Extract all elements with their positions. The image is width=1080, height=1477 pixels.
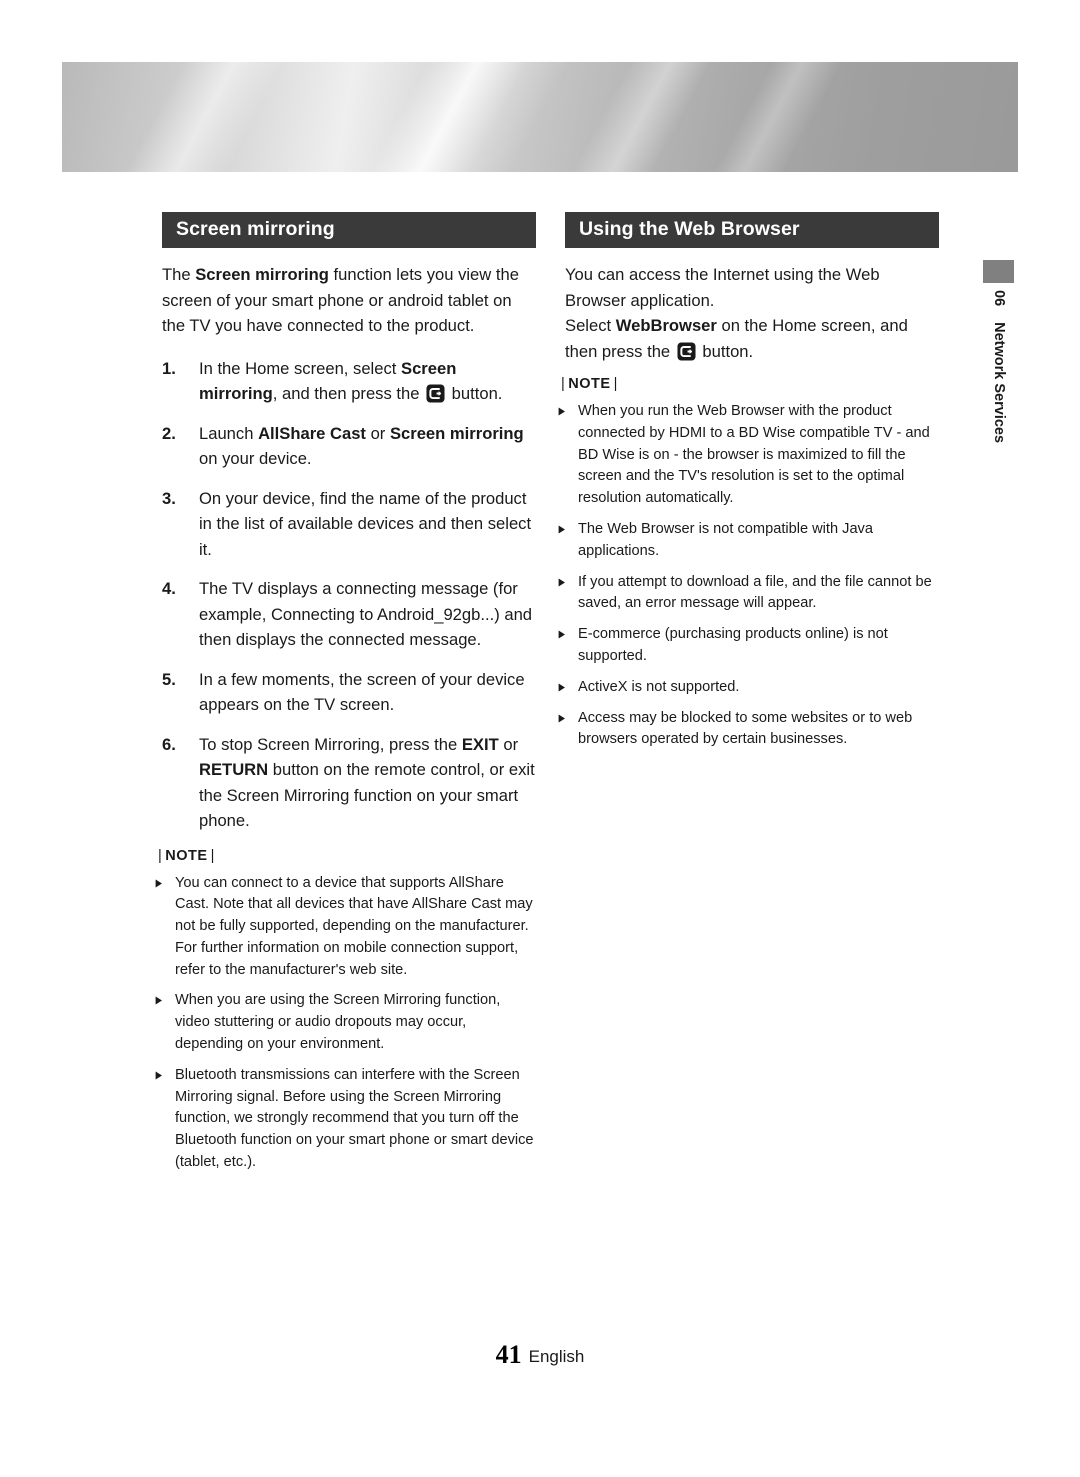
triangle-bullet-icon	[558, 572, 578, 616]
web-browser-select-line: Select WebBrowser on the Home screen, an…	[565, 313, 939, 364]
body-text: In the Home screen, select	[199, 358, 401, 378]
step-text: On your device, find the name of the pro…	[199, 486, 536, 563]
step-number: 4.	[162, 579, 176, 598]
enter-button-icon	[426, 384, 445, 403]
note-list-left: You can connect to a device that support…	[155, 873, 536, 1174]
body-text: on your device.	[199, 449, 312, 468]
note-item-text: E-commerce (purchasing products online) …	[578, 626, 888, 664]
chapter-tab-marker	[983, 260, 1014, 283]
chapter-title: Network Services	[991, 322, 1007, 444]
step-number: 1.	[162, 358, 176, 378]
note-item-text: When you are using the Screen Mirroring …	[175, 992, 501, 1053]
note-item-text: ActiveX is not supported.	[578, 678, 740, 695]
step-number: 6.	[162, 734, 176, 754]
step-text: In a few moments, the screen of your dev…	[199, 667, 536, 718]
emphasis-text: Screen mirroring	[389, 423, 524, 443]
note-list-item: If you attempt to download a file, and t…	[558, 572, 939, 616]
left-column: Screen mirroring The Screen mirroring fu…	[155, 212, 536, 1183]
body-text: The TV displays a connecting message (fo…	[199, 579, 533, 649]
note-label-right: NOTE	[568, 376, 611, 392]
step-text: In the Home screen, select Screen mirror…	[199, 356, 536, 407]
emphasis-text: RETURN	[199, 760, 269, 779]
section-heading-using-web-browser: Using the Web Browser	[565, 212, 939, 248]
triangle-bullet-icon	[155, 1065, 175, 1174]
note-list-right: When you run the Web Browser with the pr…	[558, 401, 939, 751]
note-list-item: Bluetooth transmissions can interfere wi…	[155, 1065, 536, 1174]
triangle-bullet-icon	[155, 990, 175, 1055]
note-bar-left-open: |	[158, 847, 163, 864]
step-text: The TV displays a connecting message (fo…	[199, 576, 536, 653]
numbered-step: 6. To stop Screen Mirroring, press the EX…	[162, 732, 536, 834]
step-text: To stop Screen Mirroring, press the EXIT…	[199, 732, 536, 834]
body-text: button.	[447, 384, 503, 403]
note-bar-right-open: |	[561, 376, 566, 392]
step-number: 2.	[162, 423, 176, 443]
note-list-item: The Web Browser is not compatible with J…	[558, 519, 939, 563]
chapter-side-label: 06 Network Services	[983, 290, 1014, 520]
body-text: Select	[565, 316, 616, 335]
body-text: To stop Screen Mirroring, press the	[199, 734, 462, 754]
note-item-text: If you attempt to download a file, and t…	[578, 573, 932, 612]
note-bar-right-close: |	[613, 376, 618, 392]
note-item-text: Access may be blocked to some websites o…	[578, 709, 913, 748]
numbered-step: 4. The TV displays a connecting message (…	[162, 576, 536, 653]
body-text: In a few moments, the screen of your dev…	[199, 669, 525, 715]
step-text: Launch AllShare Cast or Screen mirroring…	[199, 421, 536, 472]
body-text: , and then press the	[272, 384, 425, 403]
numbered-steps-list: 1. In the Home screen, select Screen mirr…	[162, 356, 536, 834]
numbered-step: 2. Launch AllShare Cast or Screen mirrori…	[162, 421, 536, 472]
note-item-text: You can connect to a device that support…	[175, 874, 533, 978]
note-list-item: You can connect to a device that support…	[155, 873, 536, 982]
enter-button-icon	[677, 341, 696, 361]
step-number: 3.	[162, 488, 176, 508]
note-item-text: Bluetooth transmissions can interfere wi…	[175, 1066, 534, 1171]
note-heading-right: | NOTE |	[558, 376, 939, 392]
triangle-bullet-icon	[558, 519, 578, 563]
numbered-step: 1. In the Home screen, select Screen mirr…	[162, 356, 536, 407]
emphasis-text: WebBrowser	[615, 316, 717, 335]
triangle-bullet-icon	[155, 873, 175, 982]
note-list-item: When you are using the Screen Mirroring …	[155, 990, 536, 1055]
triangle-bullet-icon	[558, 624, 578, 668]
body-text: Launch	[199, 423, 259, 443]
numbered-step: 5. In a few moments, the screen of your d…	[162, 667, 536, 718]
body-text: or	[365, 423, 390, 443]
step-number: 5.	[162, 669, 176, 689]
note-label-left: NOTE	[165, 847, 208, 864]
note-item-text: The Web Browser is not compatible with J…	[578, 520, 873, 559]
intro-paragraph: The Screen mirroring function lets you v…	[162, 262, 536, 339]
page-number: 41	[495, 1340, 522, 1369]
emphasis-text: EXIT	[461, 734, 499, 754]
intro-bold: Screen mirroring	[195, 265, 329, 284]
note-bar-left-close: |	[210, 847, 215, 864]
note-list-item: Access may be blocked to some websites o…	[558, 708, 939, 752]
right-column: Using the Web Browser You can access the…	[558, 212, 939, 760]
triangle-bullet-icon	[558, 677, 578, 699]
triangle-bullet-icon	[558, 401, 578, 510]
note-item-text: When you run the Web Browser with the pr…	[578, 403, 930, 507]
page-language: English	[528, 1347, 585, 1366]
page-footer: 41 English	[0, 1340, 1080, 1370]
note-list-item: E-commerce (purchasing products online) …	[558, 624, 939, 668]
body-text: or	[498, 734, 519, 754]
body-text: button.	[697, 341, 754, 361]
intro-before: The	[162, 265, 196, 284]
note-list-item: When you run the Web Browser with the pr…	[558, 401, 939, 510]
body-text: On your device, find the name of the pro…	[199, 488, 532, 559]
emphasis-text: AllShare Cast	[258, 423, 366, 443]
header-banner-graphic	[62, 62, 1018, 172]
web-browser-intro-paragraph: You can access the Internet using the We…	[565, 265, 880, 310]
note-list-item: ActiveX is not supported.	[558, 677, 939, 699]
note-heading-left: | NOTE |	[155, 848, 536, 864]
triangle-bullet-icon	[558, 708, 578, 752]
numbered-step: 3. On your device, find the name of the p…	[162, 486, 536, 563]
section-heading-screen-mirroring: Screen mirroring	[162, 212, 536, 248]
chapter-number: 06	[991, 290, 1007, 307]
